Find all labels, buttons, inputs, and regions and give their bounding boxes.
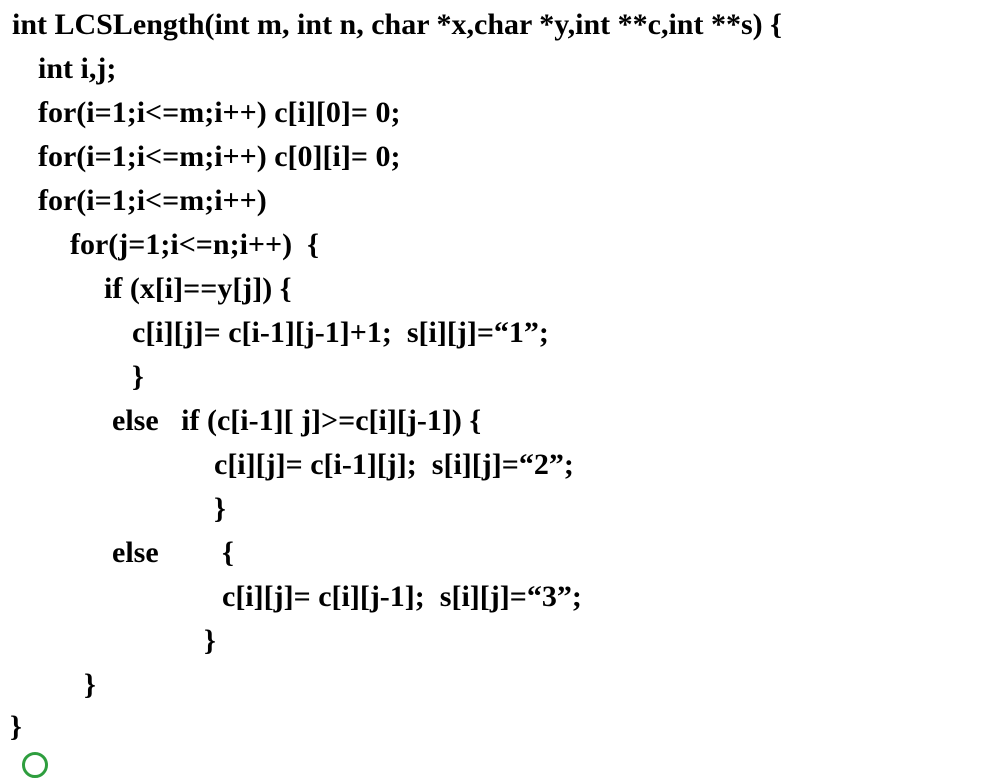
code-line-open-else: { — [222, 536, 234, 569]
code-line-outer-loop: for(i=1;i<=m;i++) — [38, 184, 267, 217]
code-line-init-rows: for(i=1;i<=m;i++) c[i][0]= 0; — [38, 96, 401, 129]
code-line-close-if: } — [132, 360, 144, 393]
green-circle-icon — [22, 752, 48, 778]
code-line-else-if-body: c[i][j]= c[i-1][j]; s[i][j]=“2”; — [214, 448, 574, 481]
code-line-match-body: c[i][j]= c[i-1][j-1]+1; s[i][j]=“1”; — [132, 316, 549, 349]
code-line-init-cols: for(i=1;i<=m;i++) c[0][i]= 0; — [38, 140, 401, 173]
code-line-inner-loop: for(j=1;i<=n;i++) { — [70, 228, 319, 261]
code-line-else-body: c[i][j]= c[i][j-1]; s[i][j]=“3”; — [222, 580, 582, 613]
code-line-close-inner-loop: } — [84, 668, 96, 701]
code-line-close-else: } — [204, 624, 216, 657]
code-line-else-if: else if (c[i-1][ j]>=c[i][j-1]) { — [112, 404, 482, 437]
code-line-else: else — [112, 536, 159, 569]
code-line-signature: int LCSLength(int m, int n, char *x,char… — [12, 8, 782, 41]
code-line-close-function: } — [10, 710, 22, 743]
code-line-if-match: if (x[i]==y[j]) { — [104, 272, 292, 305]
code-line-close-else-if: } — [214, 492, 226, 525]
code-line-declaration: int i,j; — [38, 52, 117, 85]
code-block: int LCSLength(int m, int n, char *x,char… — [0, 0, 995, 760]
